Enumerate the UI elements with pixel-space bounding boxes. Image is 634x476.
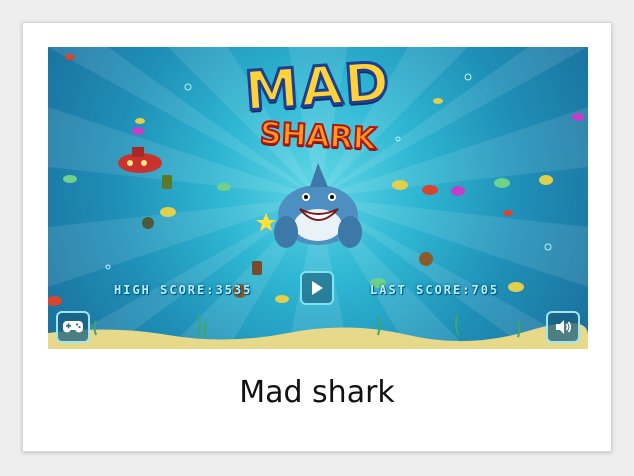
game-card[interactable]: MAD SHARK HIGH SCORE:3535 LAST SCORE:705 <box>22 22 612 452</box>
game-thumbnail[interactable]: MAD SHARK HIGH SCORE:3535 LAST SCORE:705 <box>48 47 588 349</box>
high-score-label: HIGH SCORE: <box>114 283 216 297</box>
speaker-icon <box>556 320 572 334</box>
controls-button[interactable] <box>56 311 90 343</box>
last-score: LAST SCORE:705 <box>370 283 499 297</box>
last-score-label: LAST SCORE: <box>370 283 472 297</box>
high-score: HIGH SCORE:3535 <box>114 283 252 297</box>
play-icon <box>312 281 323 295</box>
last-score-value: 705 <box>471 283 500 297</box>
gamepad-icon <box>63 321 83 333</box>
sound-button[interactable] <box>546 311 580 343</box>
play-button[interactable] <box>300 271 334 305</box>
high-score-value: 3535 <box>215 283 253 297</box>
game-title[interactable]: Mad shark <box>23 375 611 410</box>
